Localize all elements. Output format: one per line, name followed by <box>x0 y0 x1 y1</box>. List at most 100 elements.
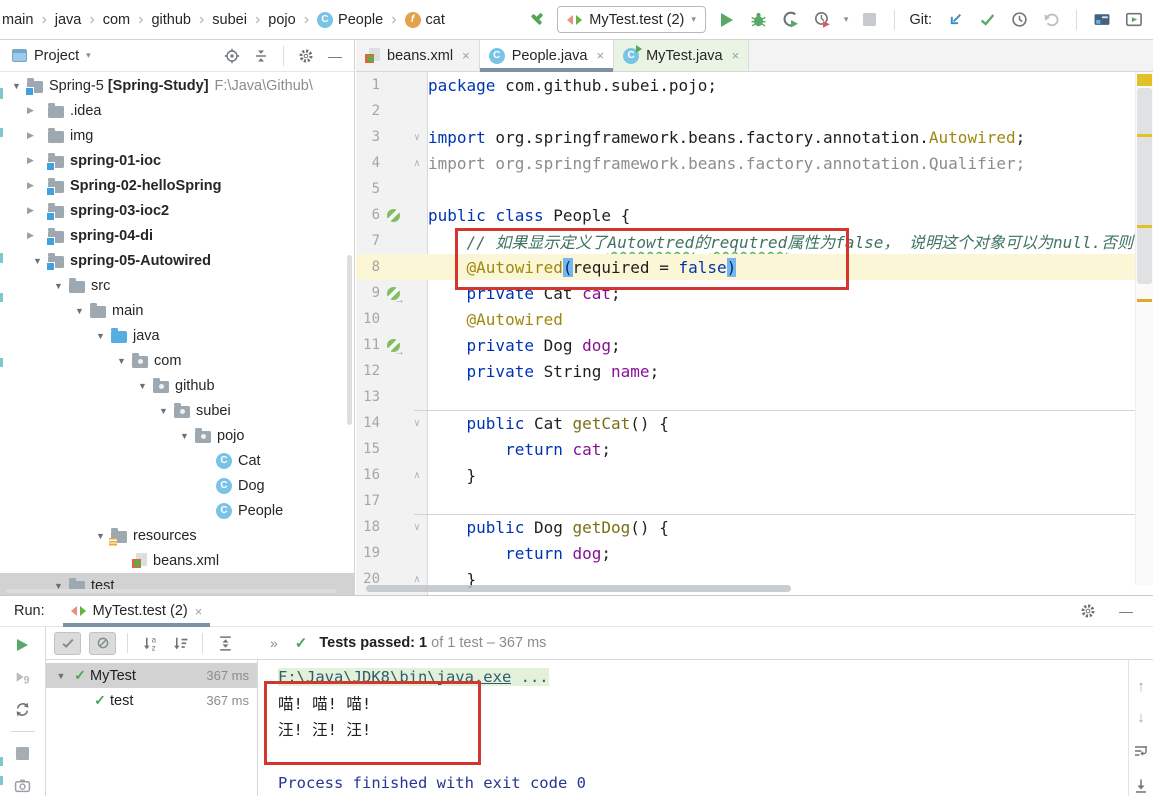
tree-row[interactable]: ▶ Spring-02-helloSpring <box>0 173 354 198</box>
close-icon[interactable]: × <box>462 48 470 63</box>
breadcrumb-item[interactable]: subei <box>212 12 247 28</box>
warning-marker[interactable] <box>1137 225 1152 228</box>
fold-marker[interactable]: ∧ <box>406 470 428 481</box>
tree-row[interactable]: ▼ src <box>0 273 354 298</box>
tree-row[interactable]: ▶ spring-04-di <box>0 223 354 248</box>
tree-arrow-icon[interactable]: ▶ <box>27 123 48 149</box>
tree-row[interactable]: ▶ .idea <box>0 98 354 123</box>
tree-arrow-icon[interactable]: ▶ <box>27 98 48 124</box>
tree-arrow-icon[interactable]: ▼ <box>174 431 195 441</box>
code-line[interactable]: 5 <box>356 176 1153 202</box>
tree-row[interactable]: ▶ spring-01-ioc <box>0 148 354 173</box>
breadcrumb-item[interactable]: People <box>317 11 383 28</box>
breadcrumb-item[interactable]: main <box>2 12 33 28</box>
build-hammer-icon[interactable] <box>525 9 547 31</box>
tree-row[interactable]: ▼ com <box>0 348 354 373</box>
tree-row[interactable]: Cat <box>0 448 354 473</box>
breadcrumb-item[interactable]: cat <box>404 11 445 28</box>
warning-marker[interactable] <box>1137 134 1152 137</box>
breadcrumb-item[interactable]: github <box>151 12 191 28</box>
breadcrumb-item[interactable]: pojo <box>268 12 295 28</box>
tree-arrow-icon[interactable]: ▼ <box>90 531 111 541</box>
run-button[interactable] <box>716 9 738 31</box>
close-icon[interactable]: × <box>596 48 604 63</box>
tree-row[interactable]: ▼ github <box>0 373 354 398</box>
fold-marker[interactable]: ∧ <box>406 574 428 585</box>
coverage-button[interactable] <box>780 9 802 31</box>
tree-row[interactable]: ▶ img <box>0 123 354 148</box>
project-panel-title[interactable]: Project <box>34 48 79 64</box>
settings-gear-icon[interactable] <box>1077 600 1099 622</box>
code-area[interactable]: 1 package com.github.subei.pojo; 2 3 ∨ import… <box>356 72 1153 595</box>
tree-row[interactable]: ▼ spring-05-Autowired <box>0 248 354 273</box>
tree-arrow-icon[interactable]: ▶ <box>27 173 48 199</box>
code-line[interactable]: 15 return cat; <box>356 436 1153 462</box>
code-line[interactable]: 13 <box>356 384 1153 410</box>
git-update-icon[interactable] <box>944 9 966 31</box>
soft-wrap-icon[interactable] <box>1130 740 1152 761</box>
hide-panel-icon[interactable]: — <box>1115 600 1137 622</box>
run-tab[interactable]: MyTest.test (2) × <box>62 596 211 627</box>
tree-row[interactable]: People <box>0 498 354 523</box>
scroll-up-icon[interactable]: ↑ <box>1137 678 1145 695</box>
tree-row[interactable]: ▼ pojo <box>0 423 354 448</box>
toolwindow-project-icon[interactable] <box>1091 9 1113 31</box>
debug-button[interactable] <box>748 9 770 31</box>
warning-marker[interactable] <box>1137 299 1152 302</box>
expand-collapse-icon[interactable] <box>214 632 236 654</box>
toggle-auto-test-icon[interactable] <box>12 699 34 719</box>
locate-file-icon[interactable] <box>221 45 243 67</box>
show-passed-toggle[interactable] <box>54 631 81 655</box>
rerun-button[interactable] <box>12 635 34 655</box>
tree-row[interactable]: ▼ Spring-5 [Spring-Study] F:\Java\Github\ <box>0 73 354 98</box>
fold-marker[interactable]: ∨ <box>406 522 428 533</box>
tree-arrow-icon[interactable]: ▶ <box>27 198 48 224</box>
tree-arrow-icon[interactable]: ▼ <box>132 381 153 391</box>
tree-row[interactable]: ▼ main <box>0 298 354 323</box>
editor-scrollbar-thumb[interactable] <box>1137 88 1152 284</box>
code-line[interactable]: 6 public class People { <box>356 202 1153 228</box>
profiler-button[interactable] <box>812 9 834 31</box>
settings-gear-icon[interactable] <box>295 45 317 67</box>
editor-tab[interactable]: MyTest.java× <box>614 40 750 71</box>
toolwindow-run-icon[interactable] <box>1123 9 1145 31</box>
code-line[interactable]: 14 ∨ public Cat getCat() { <box>356 410 1153 436</box>
tree-arrow-icon[interactable]: ▼ <box>48 281 69 291</box>
collapse-all-icon[interactable] <box>250 45 272 67</box>
run-configuration-select[interactable]: MyTest.test (2) ▾ <box>557 6 706 33</box>
tree-row[interactable]: beans.xml <box>0 548 354 573</box>
fold-marker[interactable]: ∨ <box>406 132 428 143</box>
close-icon[interactable]: × <box>732 48 740 63</box>
warning-marker[interactable] <box>1137 74 1152 86</box>
code-line[interactable]: 16 ∧ } <box>356 462 1153 488</box>
autowired-icon[interactable] <box>386 338 405 358</box>
tree-row[interactable]: ▼ resources <box>0 523 354 548</box>
code-line[interactable]: 1 package com.github.subei.pojo; <box>356 72 1153 98</box>
tree-arrow-icon[interactable]: ▼ <box>69 306 90 316</box>
breadcrumb-item[interactable]: java <box>55 12 82 28</box>
hide-panel-icon[interactable]: — <box>324 45 346 67</box>
tree-row[interactable]: ▼ java <box>0 323 354 348</box>
breadcrumb-item[interactable]: com <box>103 12 130 28</box>
project-horizontal-scrollbar[interactable] <box>6 589 336 593</box>
code-line[interactable]: 17 <box>356 488 1153 514</box>
scroll-to-end-icon[interactable] <box>1130 775 1152 796</box>
tree-arrow-icon[interactable]: ▼ <box>27 256 48 266</box>
tree-arrow-icon[interactable]: ▼ <box>6 81 27 91</box>
error-stripe[interactable] <box>1135 72 1153 585</box>
test-tree-row[interactable]: ✓ test 367 ms <box>46 688 257 713</box>
test-tree-row[interactable]: ▼ ✓ MyTest 367 ms <box>46 663 257 688</box>
spring-bean-icon[interactable] <box>386 208 400 222</box>
tree-arrow-icon[interactable]: ▶ <box>27 223 48 249</box>
tree-arrow-icon[interactable]: ▼ <box>90 331 111 341</box>
editor-tab[interactable]: People.java× <box>479 40 615 72</box>
fold-marker[interactable]: ∧ <box>406 158 428 169</box>
breadcrumb[interactable]: main›java›com›github›subei›pojo›People›c… <box>2 11 445 29</box>
autowired-icon[interactable] <box>386 286 405 306</box>
show-ignored-toggle[interactable] <box>89 631 116 655</box>
code-line[interactable]: 19 return dog; <box>356 540 1153 566</box>
code-line[interactable]: 3 ∨ import org.springframework.beans.facto… <box>356 124 1153 150</box>
sort-alphabetically-icon[interactable]: az <box>139 632 161 654</box>
chevron-down-icon[interactable]: ▾ <box>86 50 91 61</box>
tree-row[interactable]: ▶ spring-03-ioc2 <box>0 198 354 223</box>
